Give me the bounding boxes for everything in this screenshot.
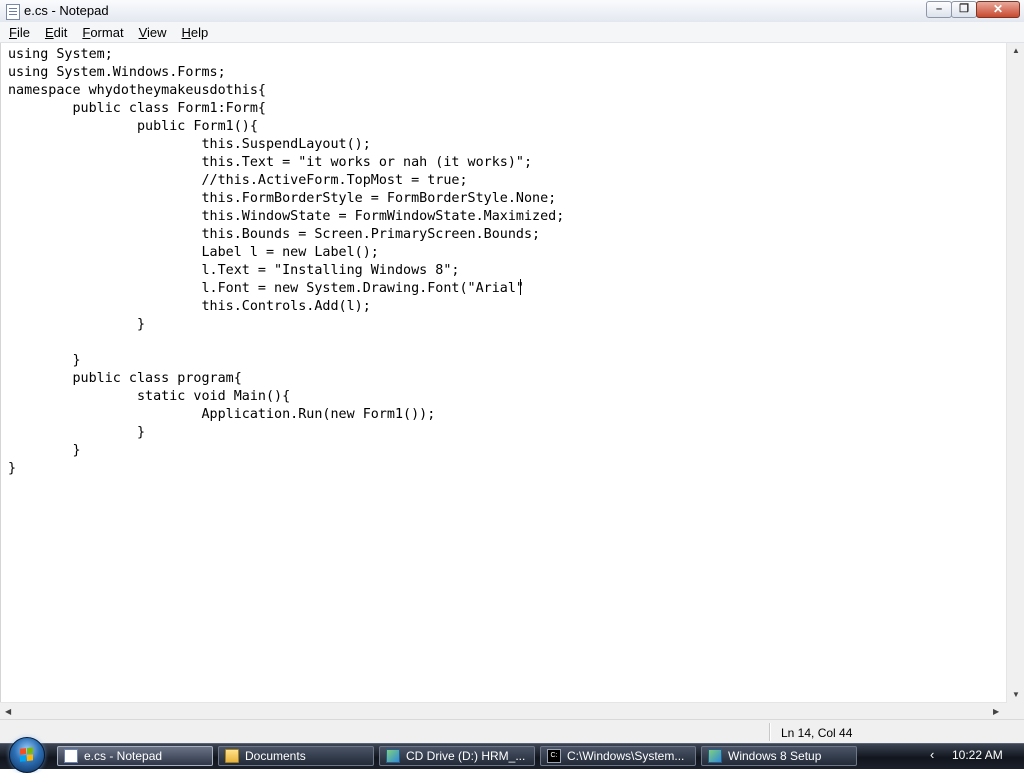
code-line: } <box>8 425 146 440</box>
taskbar-item-windows-8-setup[interactable]: Windows 8 Setup <box>701 746 857 766</box>
code-line: this.Text = "it works or nah (it works)"… <box>8 155 533 170</box>
command-prompt-icon: C: <box>547 749 561 763</box>
clock[interactable]: 10:22 AM <box>952 748 1003 762</box>
code-line: this.SuspendLayout(); <box>8 137 371 152</box>
code-line: Application.Run(new Form1()); <box>8 407 436 422</box>
scroll-down-icon[interactable]: ▼ <box>1012 690 1020 699</box>
code-line: public class program{ <box>8 371 242 386</box>
status-bar: Ln 14, Col 44 <box>0 719 1024 744</box>
horizontal-scrollbar[interactable]: ◀ ▶ <box>0 702 1007 720</box>
setup-icon <box>708 749 722 763</box>
text-caret <box>520 279 521 295</box>
code-text[interactable]: using System; using System.Windows.Forms;… <box>8 46 564 478</box>
taskbar-item-command-prompt[interactable]: C: C:\Windows\System... <box>540 746 696 766</box>
cd-drive-icon <box>386 749 400 763</box>
taskbar-item-notepad[interactable]: e.cs - Notepad <box>57 746 213 766</box>
code-line: this.Controls.Add(l); <box>8 299 371 314</box>
code-line: l.Font = new System.Drawing.Font("Arial" <box>8 281 524 296</box>
code-line: } <box>8 461 17 476</box>
status-divider <box>769 723 770 741</box>
code-line: } <box>8 353 81 368</box>
taskbar-item-cd-drive[interactable]: CD Drive (D:) HRM_... <box>379 746 535 766</box>
menu-view[interactable]: View <box>133 25 173 40</box>
minimize-icon: – <box>935 3 943 15</box>
code-line: this.WindowState = FormWindowState.Maxim… <box>8 209 565 224</box>
window-title: e.cs - Notepad <box>24 3 109 18</box>
code-line: } <box>8 317 146 332</box>
scroll-up-icon[interactable]: ▲ <box>1012 46 1020 55</box>
cursor-position: Ln 14, Col 44 <box>781 726 853 740</box>
folder-icon <box>225 749 239 763</box>
code-line: static void Main(){ <box>8 389 291 404</box>
text-editor[interactable]: using System; using System.Windows.Forms;… <box>0 43 1008 702</box>
code-line: using System.Windows.Forms; <box>8 65 226 80</box>
windows-logo-icon <box>20 747 34 762</box>
window-controls: – ❐ ✕ <box>926 1 1020 19</box>
maximize-button[interactable]: ❐ <box>951 1 977 18</box>
notepad-icon <box>64 749 78 763</box>
code-line: using System; <box>8 47 113 62</box>
close-button[interactable]: ✕ <box>976 1 1020 18</box>
minimize-button[interactable]: – <box>926 1 952 18</box>
menu-file[interactable]: File <box>3 25 36 40</box>
vertical-scrollbar[interactable]: ▲ ▼ <box>1006 43 1024 702</box>
scroll-right-icon[interactable]: ▶ <box>993 707 999 716</box>
code-line: Label l = new Label(); <box>8 245 379 260</box>
menu-edit[interactable]: Edit <box>39 25 73 40</box>
code-line: this.Bounds = Screen.PrimaryScreen.Bound… <box>8 227 541 242</box>
close-icon: ✕ <box>992 2 1004 16</box>
menu-format[interactable]: Format <box>76 25 129 40</box>
code-line: public class Form1:Form{ <box>8 101 266 116</box>
code-line: l.Text = "Installing Windows 8"; <box>8 263 460 278</box>
code-line: //this.ActiveForm.TopMost = true; <box>8 173 468 188</box>
code-line: namespace whydotheymakeusdothis{ <box>8 83 266 98</box>
title-bar[interactable]: e.cs - Notepad – ❐ ✕ <box>0 0 1024 23</box>
notepad-app-icon[interactable] <box>6 4 20 20</box>
taskbar-item-documents[interactable]: Documents <box>218 746 374 766</box>
restore-icon: ❐ <box>959 3 969 15</box>
scrollbar-corner <box>1007 702 1024 719</box>
code-line: } <box>8 443 81 458</box>
show-hidden-icons-button[interactable]: ‹ <box>930 747 934 762</box>
code-line: this.FormBorderStyle = FormBorderStyle.N… <box>8 191 557 206</box>
taskbar: e.cs - Notepad Documents CD Drive (D:) H… <box>0 737 1024 773</box>
menu-help[interactable]: Help <box>176 25 215 40</box>
code-line: public Form1(){ <box>8 119 258 134</box>
scroll-left-icon[interactable]: ◀ <box>5 707 11 716</box>
menu-bar: File Edit Format View Help <box>0 22 1024 43</box>
